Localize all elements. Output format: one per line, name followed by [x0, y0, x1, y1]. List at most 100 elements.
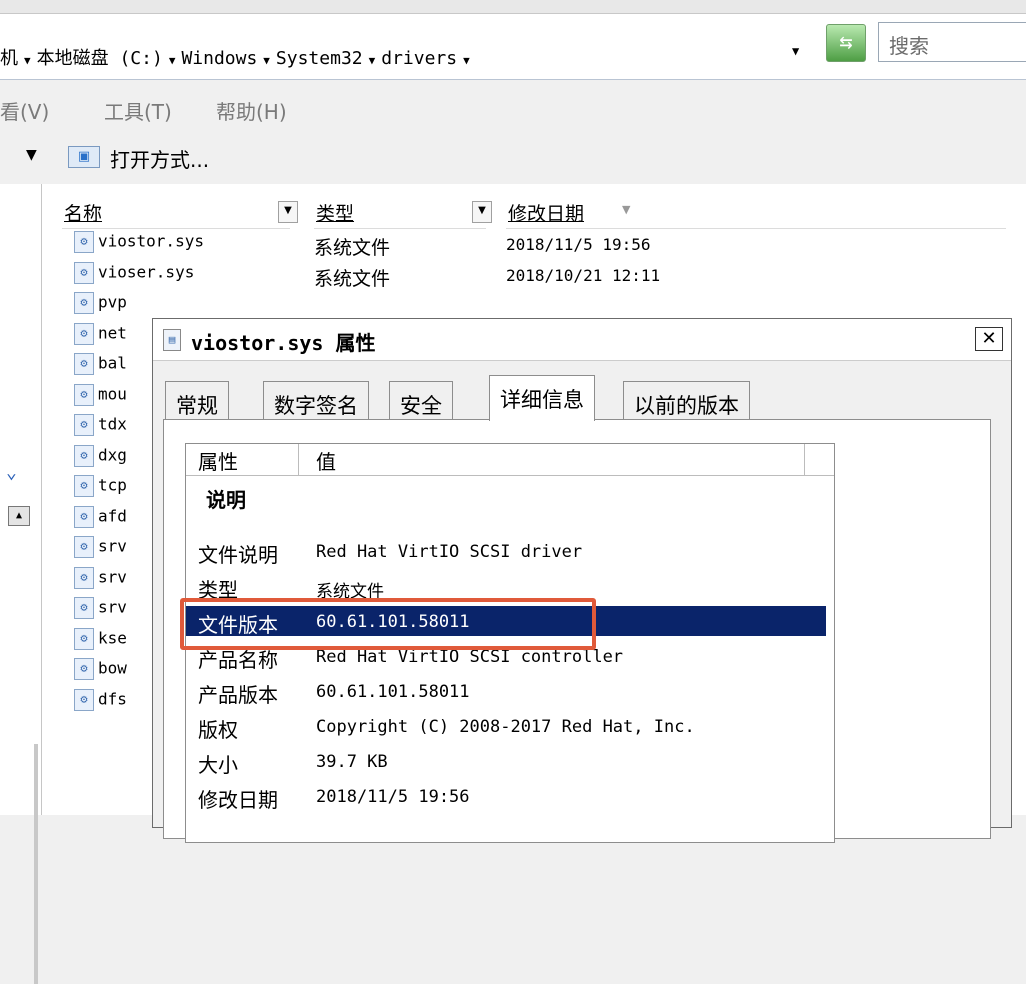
- breadcrumb-windows[interactable]: Windows: [181, 48, 257, 69]
- column-header-modified[interactable]: 修改日期 ▼: [506, 195, 1006, 229]
- file-name: srv: [98, 567, 127, 586]
- property-name: 版权: [198, 718, 238, 742]
- system-file-icon: ⚙: [74, 475, 94, 497]
- property-row[interactable]: 修改日期 2018/11/5 19:56: [186, 781, 826, 812]
- file-name: srv: [98, 597, 127, 617]
- system-file-icon: ⚙: [74, 322, 94, 345]
- scroll-up-icon[interactable]: ▲: [8, 506, 30, 526]
- file-row[interactable]: ⚙ vioser.sys 系统文件 2018/10/21 12:11: [74, 261, 660, 292]
- menu-bar: 看(V) 工具(T) 帮助(H): [0, 80, 1026, 132]
- file-name: bal: [98, 353, 127, 373]
- property-value: Copyright (C) 2008-2017 Red Hat, Inc.: [316, 717, 695, 737]
- file-name: pvp: [98, 292, 127, 312]
- file-name: kse: [98, 628, 127, 647]
- file-name: mou: [98, 384, 127, 403]
- chevron-down-icon[interactable]: ▼: [363, 54, 382, 67]
- close-icon[interactable]: ✕: [975, 327, 1003, 351]
- column-header-name[interactable]: 名称 ▼: [62, 195, 298, 229]
- chevron-down-icon[interactable]: ▼: [18, 54, 37, 67]
- property-value: 39.7 KB: [316, 752, 388, 772]
- property-value: 60.61.101.58011: [316, 682, 470, 702]
- highlight-annotation: [180, 598, 596, 650]
- file-row[interactable]: ⚙ viostor.sys 系统文件 2018/11/5 19:56: [74, 231, 651, 261]
- window-top-edge: [0, 0, 1026, 14]
- address-history-dropdown-icon[interactable]: ▼: [792, 44, 799, 58]
- file-name: vioser.sys: [98, 262, 195, 281]
- file-properties-icon: ▤: [163, 329, 181, 351]
- breadcrumb-computer[interactable]: 机: [0, 48, 18, 69]
- system-file-icon: ⚙: [74, 566, 94, 589]
- tab-security[interactable]: 安全: [389, 381, 453, 419]
- property-value: 2018/11/5 19:56: [316, 787, 470, 807]
- property-value: Red Hat VirtIO SCSI driver: [316, 542, 583, 562]
- header-divider[interactable]: [804, 444, 805, 476]
- chevron-down-icon[interactable]: ▼: [457, 54, 476, 67]
- file-name: bow: [98, 658, 127, 678]
- menu-tools[interactable]: 工具(T): [104, 96, 172, 125]
- system-file-icon: ⚙: [74, 414, 94, 436]
- refresh-icon[interactable]: ⇆: [826, 24, 866, 62]
- system-file-icon: ⚙: [74, 536, 94, 558]
- file-name: dfs: [98, 689, 127, 708]
- chevron-down-icon[interactable]: ▼: [257, 54, 276, 67]
- property-row[interactable]: 版权 Copyright (C) 2008-2017 Red Hat, Inc.: [186, 711, 826, 742]
- system-file-icon: ⚙: [74, 505, 94, 528]
- header-value[interactable]: 值: [316, 446, 336, 475]
- section-description: 说明: [206, 488, 246, 512]
- dialog-title-bar[interactable]: ▤ viostor.sys 属性: [153, 319, 1011, 361]
- tab-details[interactable]: 详细信息: [489, 375, 595, 421]
- organize-dropdown-icon[interactable]: ▼: [26, 147, 37, 163]
- system-file-icon: ⚙: [74, 261, 94, 284]
- system-file-icon: ⚙: [74, 231, 94, 253]
- properties-dialog: ▤ viostor.sys 属性 ✕ 常规 数字签名 安全 详细信息 以前的版本…: [152, 318, 1012, 843]
- search-input[interactable]: 搜索: [878, 22, 1026, 62]
- property-name: 产品版本: [198, 683, 278, 707]
- chevron-down-icon[interactable]: ▼: [163, 54, 182, 67]
- file-name: tcp: [98, 475, 127, 495]
- property-name: 文件说明: [198, 543, 278, 567]
- property-name: 修改日期: [198, 788, 278, 812]
- address-bar[interactable]: 机 ▼ 本地磁盘 (C:) ▼ Windows ▼ System32 ▼ drivers ▼ ▼: [0, 14, 1026, 80]
- file-name: tdx: [98, 414, 127, 434]
- file-name: srv: [98, 536, 127, 556]
- property-list-header: 属性 值: [186, 444, 834, 476]
- file-name: net: [98, 323, 127, 342]
- file-type: 系统文件: [314, 267, 391, 290]
- system-file-icon: ⚙: [74, 444, 94, 467]
- breadcrumb-local-disk[interactable]: 本地磁盘 (C:): [37, 48, 163, 69]
- header-property[interactable]: 属性: [198, 446, 238, 475]
- expand-chevron-icon[interactable]: ⌄: [6, 462, 17, 483]
- column-header-type[interactable]: 类型 ▼: [314, 195, 492, 229]
- breadcrumb: 机 ▼ 本地磁盘 (C:) ▼ Windows ▼ System32 ▼ drivers ▼: [0, 44, 476, 70]
- property-value: Red Hat VirtIO SCSI controller: [316, 647, 624, 667]
- breadcrumb-system32[interactable]: System32: [276, 48, 363, 69]
- property-row[interactable]: 文件说明 Red Hat VirtIO SCSI driver: [186, 536, 826, 567]
- file-type: 系统文件: [314, 237, 391, 259]
- system-file-icon: ⚙: [74, 627, 94, 650]
- file-date: 2018/10/21 12:11: [506, 265, 661, 285]
- property-row[interactable]: 大小 39.7 KB: [186, 746, 826, 777]
- tab-general[interactable]: 常规: [165, 381, 229, 419]
- column-filter-dropdown-icon[interactable]: ▼: [472, 201, 492, 223]
- column-filter-dropdown-icon[interactable]: ▼: [278, 201, 298, 223]
- menu-view[interactable]: 看(V): [0, 96, 49, 125]
- breadcrumb-drivers[interactable]: drivers: [381, 48, 457, 69]
- command-toolbar: ▼ ▣ 打开方式...: [0, 132, 1026, 184]
- file-name: afd: [98, 506, 127, 525]
- system-file-icon: ⚙: [74, 597, 94, 619]
- system-file-icon: ⚙: [74, 688, 94, 711]
- nav-scrollbar[interactable]: [34, 744, 38, 984]
- open-with-button[interactable]: 打开方式...: [110, 144, 209, 173]
- tab-digital-signature[interactable]: 数字签名: [263, 381, 369, 419]
- header-divider[interactable]: [298, 444, 299, 476]
- open-with-icon[interactable]: ▣: [68, 146, 100, 168]
- property-row[interactable]: 类型 系统文件: [186, 571, 826, 602]
- system-file-icon: ⚙: [74, 292, 94, 314]
- tab-previous-versions[interactable]: 以前的版本: [623, 381, 750, 419]
- property-row[interactable]: 产品版本 60.61.101.58011: [186, 676, 826, 707]
- file-date: 2018/11/5 19:56: [506, 235, 651, 254]
- navigation-pane[interactable]: ⌄ ▲: [0, 184, 42, 984]
- file-name: dxg: [98, 445, 127, 464]
- system-file-icon: ⚙: [74, 658, 94, 680]
- menu-help[interactable]: 帮助(H): [216, 96, 287, 125]
